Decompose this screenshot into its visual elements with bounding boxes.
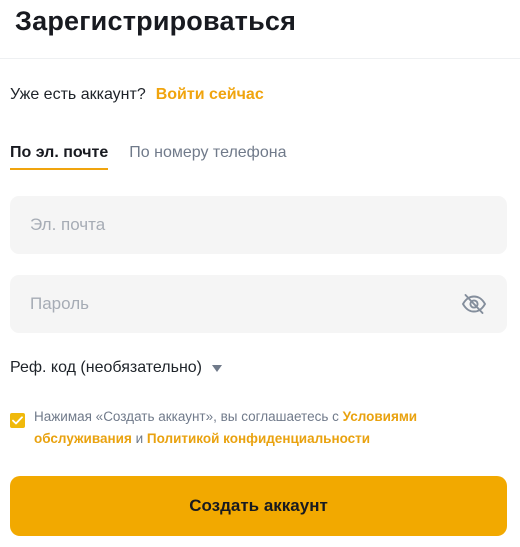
password-field-container <box>10 275 507 333</box>
email-field-container <box>10 196 507 254</box>
terms-text-and: и <box>131 431 147 446</box>
email-field[interactable] <box>30 196 487 254</box>
tab-phone[interactable]: По номеру телефона <box>129 142 286 168</box>
registration-page: Зарегистрироваться Уже есть аккаунт? Войт… <box>0 0 520 547</box>
caret-down-icon <box>212 364 222 372</box>
login-prompt: Уже есть аккаунт? Войти сейчас <box>10 84 264 106</box>
referral-code-label: Реф. код (необязательно) <box>10 359 202 376</box>
login-now-link[interactable]: Войти сейчас <box>156 86 264 103</box>
page-title: Зарегистрироваться <box>15 6 297 36</box>
signup-method-tabs: По эл. почте По номеру телефона <box>10 142 286 172</box>
tab-email[interactable]: По эл. почте <box>10 142 109 170</box>
header-divider <box>0 58 520 59</box>
create-account-button[interactable]: Создать аккаунт <box>10 476 507 536</box>
checkmark-icon <box>12 416 23 425</box>
login-question: Уже есть аккаунт? <box>10 86 146 103</box>
terms-text: Нажимая «Создать аккаунт», вы соглашаете… <box>34 406 480 450</box>
password-field[interactable] <box>30 275 453 333</box>
eye-off-icon[interactable] <box>461 291 487 317</box>
terms-text-before: Нажимая «Создать аккаунт», вы соглашаете… <box>34 409 343 424</box>
privacy-policy-link[interactable]: Политикой конфиденциальности <box>147 431 370 446</box>
referral-code-toggle[interactable]: Реф. код (необязательно) <box>10 357 222 379</box>
terms-checkbox[interactable] <box>10 413 25 428</box>
